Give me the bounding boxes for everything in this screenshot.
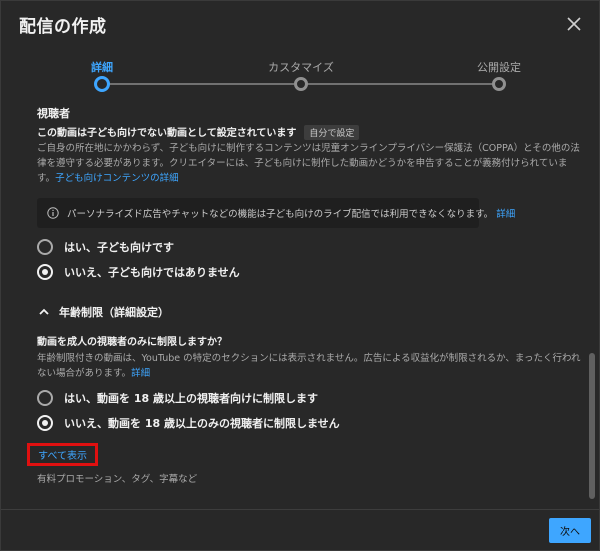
radio-kids-no[interactable]: いいえ、子ども向けではありません	[37, 264, 240, 280]
audience-heading: 視聴者	[37, 107, 70, 120]
scrollbar[interactable]	[589, 353, 595, 499]
audience-description: ご自身の所在地にかかわらず、子ども向けに制作するコンテンツは児童オンラインプライ…	[37, 141, 582, 186]
radio-kids-no-label: いいえ、子ども向けではありません	[64, 266, 240, 279]
dialog-content: 視聴者 この動画は子ども向けでない動画として設定されています 自分で設定 ご自身の…	[1, 97, 589, 510]
create-stream-dialog: 配信の作成 詳細 カスタマイズ 公開設定 視聴者 この動画は子ども向けでない動画…	[0, 0, 600, 551]
radio-button[interactable]	[37, 390, 53, 406]
kids-content-link[interactable]: 子ども向けコンテンツの詳細	[55, 173, 179, 184]
radio-kids-yes-label: はい、子ども向けです	[64, 241, 174, 254]
dialog-title: 配信の作成	[19, 17, 107, 37]
info-icon	[47, 207, 59, 219]
close-button[interactable]	[563, 13, 585, 35]
radio-button[interactable]	[37, 264, 53, 280]
radio-age-yes-label: はい、動画を 18 歳以上の視聴者向けに制限します	[64, 392, 318, 405]
step-visibility-label[interactable]: 公開設定	[477, 59, 521, 75]
dialog-footer: 次へ	[1, 509, 599, 550]
stepper-line	[307, 83, 495, 85]
radio-age-no[interactable]: いいえ、動画を 18 歳以上のみの視聴者に制限しません	[37, 415, 340, 431]
radio-kids-yes[interactable]: はい、子ども向けです	[37, 239, 174, 255]
next-button[interactable]: 次へ	[549, 518, 591, 543]
age-details-link[interactable]: 詳細	[131, 368, 150, 379]
chevron-up-icon	[39, 308, 49, 315]
age-restriction-label: 年齢制限（詳細設定）	[59, 306, 169, 319]
audience-setting-text: この動画は子ども向けでない動画として設定されています	[37, 128, 297, 139]
radio-age-no-label: いいえ、動画を 18 歳以上のみの視聴者に制限しません	[64, 417, 340, 430]
age-description: 年齢制限付きの動画は、YouTube の特定のセクションには表示されません。広告…	[37, 351, 582, 381]
age-restriction-toggle[interactable]: 年齢制限（詳細設定）	[39, 304, 169, 320]
radio-age-yes[interactable]: はい、動画を 18 歳以上の視聴者向けに制限します	[37, 390, 318, 406]
show-all-highlight: すべて表示	[27, 443, 98, 466]
info-notice-text: パーソナライズド広告やチャットなどの機能は子ども向けのライブ配信では利用できなく…	[67, 206, 515, 220]
info-details-link[interactable]: 詳細	[496, 209, 515, 220]
stepper-line	[109, 83, 294, 85]
radio-button[interactable]	[37, 239, 53, 255]
step-details-dot[interactable]	[94, 76, 110, 92]
age-description-text: 年齢制限付きの動画は、YouTube の特定のセクションには表示されません。広告…	[37, 353, 581, 379]
info-text: パーソナライズド広告やチャットなどの機能は子ども向けのライブ配信では利用できなく…	[67, 209, 494, 220]
dialog-header: 配信の作成	[1, 1, 599, 49]
show-all-button[interactable]: すべて表示	[38, 447, 87, 462]
radio-button[interactable]	[37, 415, 53, 431]
stepper: 詳細 カスタマイズ 公開設定	[1, 56, 599, 96]
step-customize-label[interactable]: カスタマイズ	[268, 59, 334, 75]
audience-setting-title: この動画は子ども向けでない動画として設定されています 自分で設定	[37, 124, 360, 140]
self-set-chip: 自分で設定	[304, 125, 360, 140]
step-visibility-dot[interactable]	[492, 77, 506, 91]
info-notice: パーソナライズド広告やチャットなどの機能は子ども向けのライブ配信では利用できなく…	[37, 198, 515, 228]
age-question: 動画を成人の視聴者のみに制限しますか？	[37, 337, 227, 348]
step-customize-dot[interactable]	[294, 77, 308, 91]
show-all-subtext: 有料プロモーション、タグ、字幕など	[37, 474, 198, 485]
close-icon	[567, 17, 581, 31]
step-details-label[interactable]: 詳細	[91, 59, 113, 75]
